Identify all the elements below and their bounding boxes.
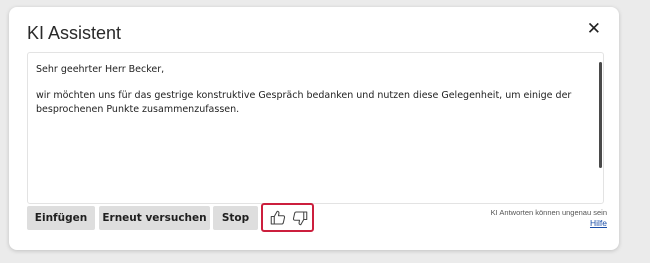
disclaimer-text: KI Antworten können ungenau sein <box>490 208 607 217</box>
insert-button[interactable]: Einfügen <box>27 206 95 230</box>
retry-button[interactable]: Erneut versuchen <box>99 206 210 230</box>
thumbs-down-icon[interactable] <box>291 209 309 227</box>
stop-button[interactable]: Stop <box>213 206 258 230</box>
response-text: Sehr geehrter Herr Becker, wir möchten u… <box>36 63 585 117</box>
scrollbar[interactable] <box>599 62 602 168</box>
dialog-title: KI Assistent <box>27 23 122 43</box>
thumbs-up-icon[interactable] <box>269 209 287 227</box>
feedback-group <box>261 203 314 232</box>
response-body: wir möchten uns für das gestrige konstru… <box>36 90 572 115</box>
response-greeting: Sehr geehrter Herr Becker, <box>36 64 165 75</box>
ki-assistant-dialog: KI Assistent ✕ Sehr geehrter Herr Becker… <box>9 7 619 250</box>
close-icon[interactable]: ✕ <box>587 19 601 39</box>
response-text-area[interactable]: Sehr geehrter Herr Becker, wir möchten u… <box>27 52 604 204</box>
help-link[interactable]: Hilfe <box>590 218 607 228</box>
